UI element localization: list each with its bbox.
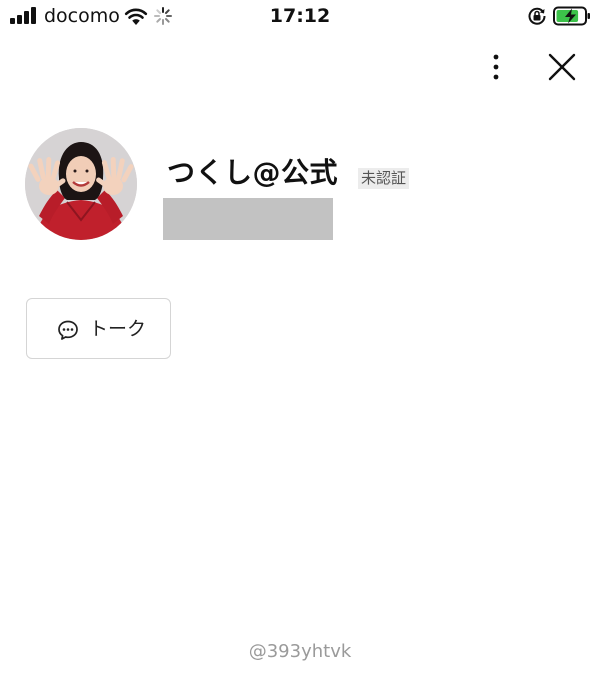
talk-button-label: トーク — [89, 318, 147, 340]
battery-charging-icon — [553, 6, 590, 26]
avatar-photo — [25, 128, 137, 240]
more-options-button[interactable] — [480, 50, 512, 86]
account-id: @393yhtvk — [248, 641, 352, 662]
chat-bubble-icon — [58, 320, 78, 340]
close-button[interactable] — [545, 50, 579, 84]
rotation-lock-icon — [528, 7, 546, 25]
redacted-area — [163, 198, 333, 240]
talk-button[interactable]: トーク — [26, 298, 171, 359]
more-vertical-icon — [493, 54, 499, 80]
close-icon — [548, 53, 576, 81]
profile-avatar[interactable] — [25, 128, 137, 240]
status-bar: docomo 17:12 — [0, 0, 600, 32]
unverified-badge: 未認証 — [358, 168, 410, 189]
status-time: 17:12 — [269, 5, 331, 27]
profile-name: つくし@公式 — [167, 156, 339, 189]
